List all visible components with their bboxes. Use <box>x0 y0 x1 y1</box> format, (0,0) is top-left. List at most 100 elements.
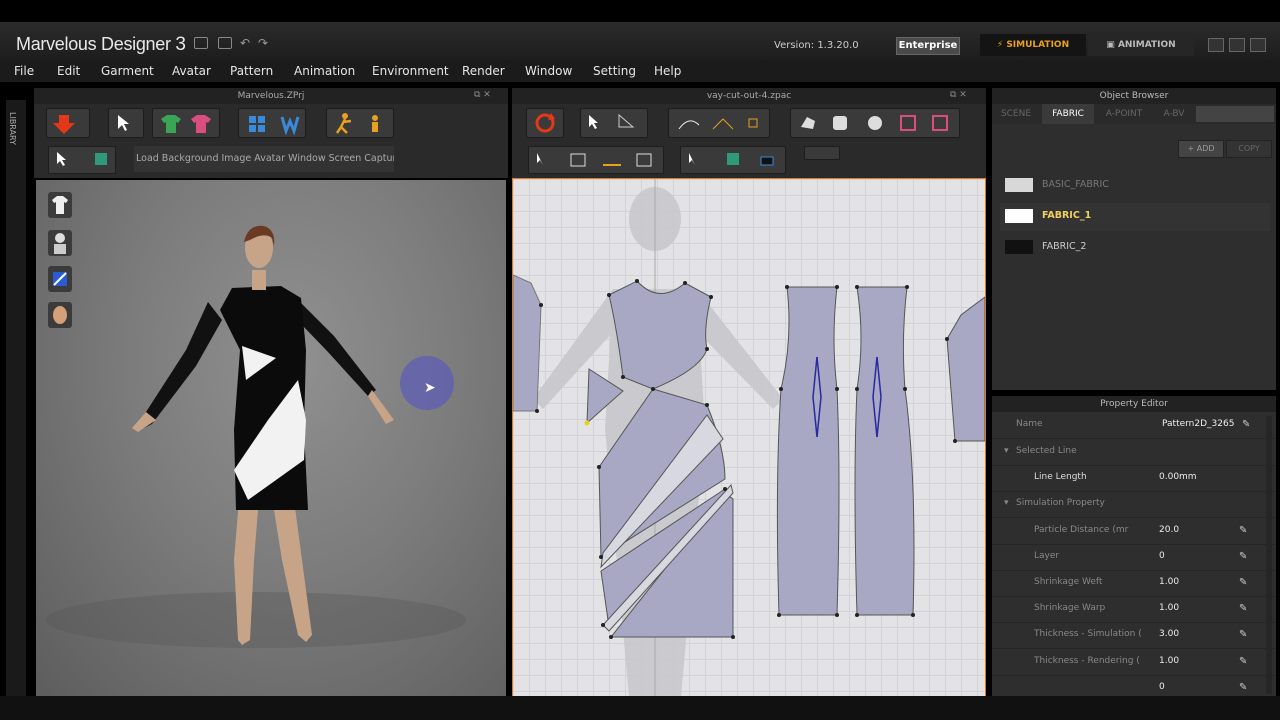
menu-environment[interactable]: Environment <box>372 64 449 78</box>
fabric-item-2[interactable]: FABRIC_2 <box>1000 234 1270 262</box>
open-folder-icon[interactable] <box>218 37 232 49</box>
fabric-swatch <box>1005 240 1033 254</box>
property-scrollbar[interactable] <box>1266 416 1272 694</box>
avatar-display-icon[interactable] <box>48 230 72 256</box>
menu-pattern[interactable]: Pattern <box>230 64 273 78</box>
fabric-name: FABRIC_1 <box>1042 210 1092 221</box>
prop-value[interactable]: 0 <box>1159 682 1165 692</box>
extra-tool-button[interactable] <box>804 146 840 160</box>
tab-a-point[interactable]: A-POINT <box>1096 104 1152 124</box>
panel-float-icon-2d[interactable]: ⧉ ✕ <box>950 90 967 100</box>
select-move-tool[interactable] <box>108 108 144 138</box>
edit-pencil-icon[interactable]: ✎ <box>1242 419 1250 430</box>
tab-fabric[interactable]: FABRIC <box>1042 104 1094 124</box>
prop-row[interactable]: Layer 0 ✎ <box>992 544 1276 571</box>
point-tools[interactable] <box>668 108 770 138</box>
prop-row-line-length[interactable]: Line Length 0.00mm <box>992 465 1276 492</box>
edit-pencil-icon[interactable]: ✎ <box>1239 656 1247 667</box>
prop-value[interactable]: 20.0 <box>1159 525 1179 535</box>
section-simulation-property[interactable]: ▾ Simulation Property <box>992 491 1276 518</box>
menu-animation[interactable]: Animation <box>294 64 355 78</box>
tab-a-bv[interactable]: A-BV <box>1154 104 1194 124</box>
simulate-button[interactable] <box>46 108 90 138</box>
pose-buttons[interactable] <box>326 108 394 138</box>
shape-icons <box>801 115 948 131</box>
texture-display-icon[interactable] <box>48 266 72 292</box>
prop-row[interactable]: Thickness - Rendering (1.00 ✎ <box>992 649 1276 676</box>
object-browser-header: Object Browser <box>992 88 1276 104</box>
prop-value[interactable]: 1.00 <box>1159 577 1179 587</box>
avatar-head-icon[interactable] <box>48 302 72 328</box>
viewport-3d[interactable]: ➤ <box>36 180 506 696</box>
prop-row[interactable]: Shrinkage Weft 1.00 ✎ <box>992 570 1276 597</box>
minimize-button[interactable] <box>1208 38 1224 52</box>
edit-pencil-icon[interactable]: ✎ <box>1239 525 1247 536</box>
menu-edit[interactable]: Edit <box>57 64 80 78</box>
garment-visibility-buttons[interactable] <box>152 108 220 138</box>
reset-2d-button[interactable] <box>526 108 564 138</box>
undo-icon[interactable]: ↶ <box>240 36 250 50</box>
maximize-button[interactable] <box>1229 38 1245 52</box>
edit-pencil-icon[interactable]: ✎ <box>1239 551 1247 562</box>
section-label: Simulation Property <box>1016 498 1105 508</box>
edition-badge: Enterprise <box>896 37 960 55</box>
shape-tools[interactable] <box>790 108 960 138</box>
arrangement-tools[interactable] <box>680 146 786 174</box>
fabric-name: FABRIC_2 <box>1042 241 1087 252</box>
pattern-edit-tools[interactable] <box>580 108 648 138</box>
prop-row[interactable]: Thickness - Simulation ( 3.00 ✎ <box>992 622 1276 649</box>
fabric-item-1[interactable]: FABRIC_1 <box>1000 203 1270 231</box>
add-fabric-button[interactable]: + ADD <box>1178 140 1224 158</box>
load-background-strip[interactable]: Load Background Image Avatar Window Scre… <box>134 146 394 172</box>
avatar-tools[interactable] <box>48 146 116 174</box>
shirt-toggle-icon <box>161 115 211 133</box>
prop-row[interactable]: 0 ✎ <box>992 675 1276 696</box>
prop-value[interactable]: 0 <box>1159 551 1165 561</box>
prop-value[interactable]: 1.00 <box>1159 656 1179 666</box>
view3d-header: Marvelous.ZPrj <box>34 88 508 104</box>
section-selected-line[interactable]: ▾ Selected Line <box>992 439 1276 466</box>
pose-icon <box>335 113 378 134</box>
prop-row[interactable]: Shrinkage Warp 1.00 ✎ <box>992 596 1276 623</box>
view2d-header: vay-cut-out-4.zpac <box>512 88 986 104</box>
fabric-swatch <box>1005 209 1033 223</box>
edit-pencil-icon[interactable]: ✎ <box>1239 629 1247 640</box>
menu-garment[interactable]: Garment <box>101 64 154 78</box>
library-strip[interactable] <box>6 100 26 696</box>
fabric-name: BASIC_FABRIC <box>1042 179 1109 190</box>
menu-help[interactable]: Help <box>654 64 681 78</box>
new-file-icon[interactable] <box>194 37 208 49</box>
prop-row[interactable]: Particle Distance (mr 20.0 ✎ <box>992 518 1276 545</box>
viewport-2d[interactable] <box>512 178 986 698</box>
collapse-arrow-icon: ▾ <box>1004 446 1009 456</box>
redo-icon[interactable]: ↷ <box>258 36 268 50</box>
prop-value[interactable]: 3.00 <box>1159 629 1179 639</box>
edit-pencil-icon[interactable]: ✎ <box>1239 603 1247 614</box>
edit-pencil-icon[interactable]: ✎ <box>1239 682 1247 693</box>
edit-pattern-icon <box>589 113 635 129</box>
panel-float-icon[interactable]: ⧉ ✕ <box>474 90 491 100</box>
tab-scene[interactable]: SCENE <box>992 104 1040 124</box>
animation-mode-tab[interactable]: ▣ ANIMATION <box>1088 34 1194 56</box>
menu-window[interactable]: Window <box>525 64 572 78</box>
pattern-canvas <box>513 179 985 697</box>
prop-value[interactable]: 1.00 <box>1159 603 1179 613</box>
plus-icon: + <box>1187 144 1197 153</box>
version-label: Version: 1.3.20.0 <box>774 40 859 51</box>
copy-fabric-button[interactable]: COPY <box>1226 140 1272 158</box>
avatar-visibility-buttons[interactable] <box>238 108 306 138</box>
menu-file[interactable]: File <box>14 64 34 78</box>
mouse-cursor-icon: ➤ <box>424 380 436 396</box>
fabric-item-basic[interactable]: BASIC_FABRIC <box>1000 172 1270 200</box>
garment-display-icon[interactable] <box>48 192 72 218</box>
menu-avatar[interactable]: Avatar <box>172 64 211 78</box>
menu-render[interactable]: Render <box>462 64 505 78</box>
edit-pencil-icon[interactable]: ✎ <box>1239 577 1247 588</box>
prop-label: Thickness - Simulation ( <box>1034 629 1142 639</box>
prop-row-name[interactable]: Name Pattern2D_3265 ✎ <box>992 412 1276 439</box>
cursor-icon <box>118 115 129 131</box>
close-button[interactable] <box>1250 38 1266 52</box>
sewing-tools[interactable] <box>528 146 664 174</box>
menu-setting[interactable]: Setting <box>593 64 636 78</box>
simulation-mode-tab[interactable]: ⚡ SIMULATION <box>980 34 1086 56</box>
